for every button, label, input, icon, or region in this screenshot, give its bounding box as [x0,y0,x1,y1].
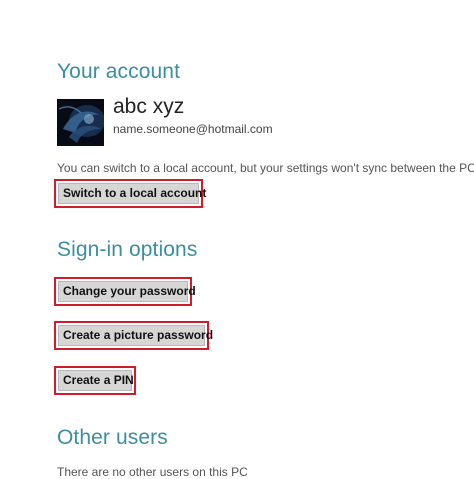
create-picture-password-button[interactable]: Create a picture password [58,325,213,346]
create-pin-button[interactable]: Create a PIN [58,370,134,391]
switch-local-account-button[interactable]: Switch to a local account [58,183,206,204]
avatar-image [57,99,104,146]
user-email: name.someone@hotmail.com [113,122,273,136]
local-account-info-text: You can switch to a local account, but y… [57,161,474,175]
switch-local-account-highlight: Switch to a local account [54,179,206,208]
avatar[interactable] [57,99,104,146]
no-other-users-text: There are no other users on this PC [57,465,248,479]
other-users-heading: Other users [57,426,168,449]
picture-password-highlight: Create a picture password [54,321,213,350]
user-name: abc xyz [113,95,185,118]
signin-options-heading: Sign-in options [57,238,198,261]
change-password-button[interactable]: Change your password [58,281,196,302]
change-password-highlight: Change your password [54,277,196,306]
create-pin-highlight: Create a PIN [54,366,136,395]
your-account-heading: Your account [57,60,181,83]
